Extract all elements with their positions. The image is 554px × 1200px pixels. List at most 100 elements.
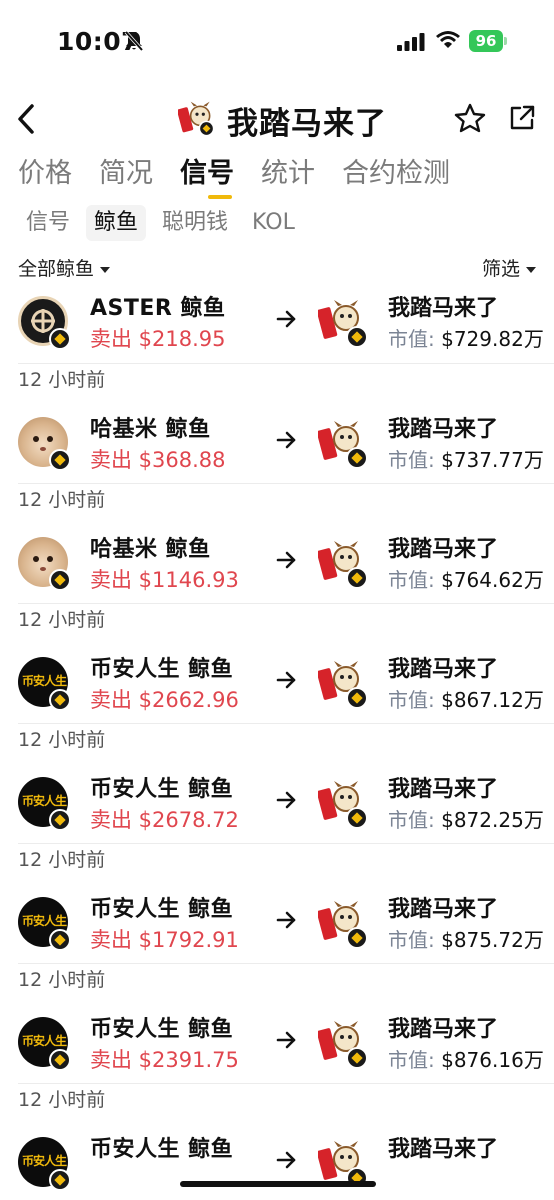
subtab-signals[interactable]: 信号 — [18, 205, 78, 241]
sell-amount: 卖出 $2662.96 — [90, 688, 239, 712]
filter-label: 筛选 — [481, 258, 520, 280]
market-cap-value: $875.72万 — [441, 928, 544, 952]
market-cap-label: 市值: — [388, 327, 442, 351]
subtab-kol[interactable]: KOL — [244, 205, 303, 241]
market-cap-label: 市值: — [388, 448, 442, 472]
whale-name: 币安人生 鲸鱼 — [90, 777, 234, 802]
sell-amount: 卖出 $2678.72 — [90, 808, 239, 832]
time-ago-label: 12 小时前 — [18, 969, 106, 991]
time-ago-label: 12 小时前 — [18, 609, 106, 631]
whale-name: 币安人生 鲸鱼 — [90, 897, 234, 922]
sell-amount: 卖出 $218.95 — [90, 327, 226, 351]
tab-stats[interactable]: 统计 — [261, 155, 315, 200]
avatar-text: 币安人生 — [21, 914, 67, 928]
trade-row[interactable]: 币安人生 币安人生 鲸鱼 卖出 $2391.75 我踏马来了 市值: $876.… — [0, 1011, 554, 1083]
whale-filter-label: 全部鲸鱼 — [18, 258, 95, 280]
divider — [18, 1083, 554, 1084]
arrow-right-icon — [276, 1151, 296, 1169]
token-name: 我踏马来了 — [388, 537, 499, 562]
time-ago-label: 12 小时前 — [18, 729, 106, 751]
market-cap: 市值: $764.62万 — [388, 564, 544, 593]
battery-icon: 96 — [469, 30, 507, 52]
favorite-star-icon[interactable] — [454, 102, 486, 134]
time-ago-label: 12 小时前 — [18, 1089, 106, 1111]
market-cap-label: 市值: — [388, 688, 442, 712]
list-item[interactable]: 12 小时前 哈基米 鲸鱼 卖出 $1146.93 我踏马来了 市值: $764… — [0, 485, 554, 605]
market-cap-value: $876.16万 — [441, 1048, 544, 1072]
divider — [18, 843, 554, 844]
tab-overview[interactable]: 简况 — [99, 155, 153, 200]
list-item[interactable]: ASTER 鲸鱼 卖出 $218.95 我踏马来了 市值: $729.82万 — [0, 290, 554, 365]
back-chevron-icon[interactable] — [14, 102, 40, 136]
arrow-right-icon — [276, 671, 296, 689]
token-logo-icon — [178, 101, 215, 137]
trade-row[interactable]: 币安人生 币安人生 鲸鱼 卖出 $1792.91 我踏马来了 市值: $875.… — [0, 891, 554, 963]
market-cap-value: $764.62万 — [441, 568, 544, 592]
filter-button[interactable]: 筛选 — [482, 254, 536, 281]
trade-row[interactable]: 币安人生 币安人生 鲸鱼 卖出 $2678.72 我踏马来了 市值: $872.… — [0, 771, 554, 843]
sell-amount: 卖出 $368.88 — [90, 448, 226, 472]
list-item[interactable]: 12 小时前 哈基米 鲸鱼 卖出 $368.88 我踏马来了 市值: $737.… — [0, 365, 554, 485]
sub-tabs: 信号 鲸鱼 聪明钱 KOL — [18, 205, 311, 241]
share-icon[interactable] — [508, 104, 536, 132]
trade-row[interactable]: 哈基米 鲸鱼 卖出 $368.88 我踏马来了 市值: $737.77万 — [0, 411, 554, 483]
divider — [18, 963, 554, 964]
whale-filter-dropdown[interactable]: 全部鲸鱼 — [18, 254, 111, 281]
trade-row[interactable]: 币安人生 币安人生 鲸鱼 我踏马来了 市值: — [0, 1131, 554, 1200]
subtab-whales[interactable]: 鲸鱼 — [86, 205, 147, 241]
avatar-text: 币安人生 — [21, 1034, 67, 1048]
market-cap: 市值: $867.12万 — [388, 684, 544, 713]
whale-name: 币安人生 鲸鱼 — [90, 1017, 234, 1042]
filter-row: 全部鲸鱼 筛选 — [0, 252, 554, 284]
bnb-chain-icon — [49, 929, 71, 951]
tab-contract-check[interactable]: 合约检测 — [342, 155, 450, 200]
battery-level: 96 — [469, 30, 503, 52]
divider — [18, 603, 554, 604]
market-cap: 市值: $737.77万 — [388, 444, 544, 473]
bnb-chain-icon — [346, 1047, 368, 1069]
bnb-chain-icon — [346, 447, 368, 469]
token-name: 我踏马来了 — [388, 296, 499, 321]
arrow-right-icon — [276, 551, 296, 569]
sell-amount: 卖出 $1146.93 — [90, 568, 239, 592]
token-name: 我踏马来了 — [388, 1017, 499, 1042]
cellular-signal-icon — [397, 33, 425, 51]
token-name: 我踏马来了 — [388, 657, 499, 682]
market-cap-label: 市值: — [388, 1048, 442, 1072]
whale-name: ASTER 鲸鱼 — [90, 296, 226, 321]
whale-name: 币安人生 鲸鱼 — [90, 657, 234, 682]
whale-name: 币安人生 鲸鱼 — [90, 1137, 234, 1162]
time-ago-label: 12 小时前 — [18, 369, 106, 391]
bnb-chain-icon — [49, 1049, 71, 1071]
divider — [18, 723, 554, 724]
avatar-text: 币安人生 — [21, 674, 67, 688]
whale-name: 哈基米 鲸鱼 — [90, 537, 211, 562]
trade-row[interactable]: 币安人生 币安人生 鲸鱼 卖出 $2662.96 我踏马来了 市值: $867.… — [0, 651, 554, 723]
token-name: 我踏马来了 — [388, 1137, 499, 1162]
subtab-smart-money[interactable]: 聪明钱 — [154, 205, 236, 241]
list-item[interactable]: 12 小时前 币安人生 币安人生 鲸鱼 卖出 $2391.75 我踏马来了 市值… — [0, 965, 554, 1085]
avatar-text: 币安人生 — [21, 794, 67, 808]
trade-row[interactable]: ASTER 鲸鱼 卖出 $218.95 我踏马来了 市值: $729.82万 — [0, 290, 554, 362]
bnb-chain-icon — [49, 569, 71, 591]
list-item[interactable]: 12 小时前 币安人生 币安人生 鲸鱼 卖出 $1792.91 我踏马来了 市值… — [0, 845, 554, 965]
tab-signals[interactable]: 信号 — [180, 155, 234, 200]
whale-name: 哈基米 鲸鱼 — [90, 417, 211, 442]
market-cap: 市值: $729.82万 — [388, 323, 544, 352]
home-indicator — [180, 1181, 376, 1187]
list-item[interactable]: 12 小时前 币安人生 币安人生 鲸鱼 卖出 $2662.96 我踏马来了 市值… — [0, 605, 554, 725]
arrow-right-icon — [276, 791, 296, 809]
token-name: 我踏马来了 — [388, 777, 499, 802]
trade-row[interactable]: 哈基米 鲸鱼 卖出 $1146.93 我踏马来了 市值: $764.62万 — [0, 531, 554, 603]
token-name: 我踏马来了 — [388, 417, 499, 442]
bnb-chain-icon — [346, 687, 368, 709]
list-item[interactable]: 12 小时前 币安人生 币安人生 鲸鱼 卖出 $2678.72 我踏马来了 市值… — [0, 725, 554, 845]
market-cap-value: $872.25万 — [441, 808, 544, 832]
tab-price[interactable]: 价格 — [18, 155, 72, 200]
sell-amount: 卖出 $1792.91 — [90, 928, 239, 952]
main-tabs: 价格 简况 信号 统计 合约检测 — [18, 155, 477, 200]
bnb-chain-icon — [49, 328, 71, 350]
market-cap-value: $737.77万 — [441, 448, 544, 472]
page-title: 我踏马来了 — [227, 106, 387, 142]
arrow-right-icon — [276, 1031, 296, 1049]
